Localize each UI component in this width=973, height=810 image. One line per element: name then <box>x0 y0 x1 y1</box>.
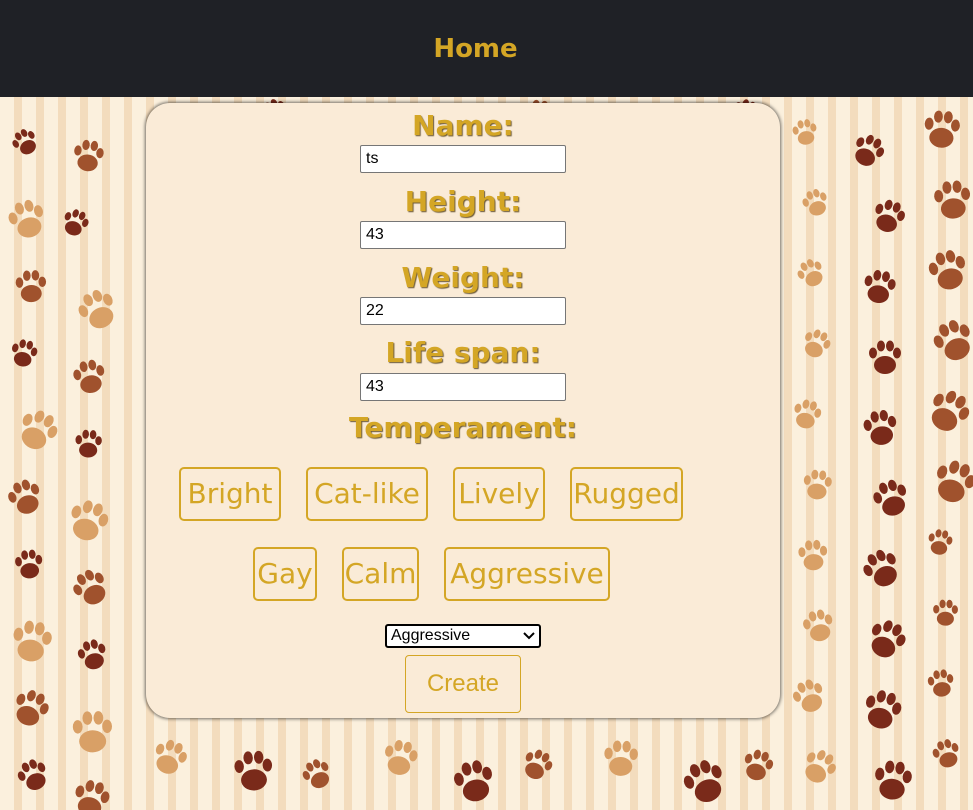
paw-print-icon <box>302 759 330 789</box>
paw-print-icon <box>604 740 638 776</box>
temperament-chip-calm[interactable]: Calm <box>342 547 419 601</box>
temperament-chip-lively[interactable]: Lively <box>453 467 545 521</box>
top-navigation-bar: Home <box>0 0 973 97</box>
paw-print-icon <box>933 320 970 361</box>
paw-print-icon <box>937 460 973 503</box>
paw-print-icon <box>64 209 89 236</box>
paw-print-icon <box>805 750 836 783</box>
paw-print-icon <box>683 760 722 803</box>
paw-print-icon <box>924 110 960 148</box>
temperament-chip-rugged[interactable]: Rugged <box>570 467 683 521</box>
paw-print-icon <box>803 469 832 500</box>
name-input[interactable] <box>360 145 566 173</box>
paw-print-icon <box>798 539 828 571</box>
paw-print-icon <box>934 180 971 219</box>
paw-print-icon <box>385 740 418 775</box>
temperament-label: Temperament: <box>349 411 577 444</box>
paw-print-icon <box>234 750 273 791</box>
paw-print-icon <box>863 409 897 445</box>
paw-print-icon <box>864 269 896 304</box>
chevron-down-icon <box>523 630 535 642</box>
paw-print-icon <box>928 250 965 290</box>
weight-input[interactable] <box>360 297 566 325</box>
life-span-label: Life span: <box>385 336 541 369</box>
paw-print-icon <box>8 479 40 514</box>
name-label: Name: <box>412 109 514 142</box>
paw-print-icon <box>805 329 831 358</box>
life-span-input[interactable] <box>360 373 566 401</box>
paw-print-icon <box>869 340 901 374</box>
paw-print-icon <box>12 339 38 367</box>
paw-print-icon <box>75 429 102 458</box>
paw-print-icon <box>155 739 187 774</box>
paw-print-icon <box>12 129 36 155</box>
paw-print-icon <box>73 359 105 394</box>
paw-print-icon <box>74 139 104 172</box>
paw-print-icon <box>71 500 109 541</box>
paw-print-icon <box>802 189 827 216</box>
temperament-chip-cat-like[interactable]: Cat-like <box>306 467 428 521</box>
paw-print-icon <box>803 609 833 642</box>
paw-print-icon <box>78 289 114 329</box>
paw-print-icon <box>15 270 47 303</box>
paw-print-icon <box>873 479 907 516</box>
paw-print-icon <box>932 739 959 768</box>
paw-print-icon <box>8 199 44 238</box>
paw-print-icon <box>15 549 43 579</box>
create-button[interactable]: Create <box>405 655 521 713</box>
temperament-select-value: Aggressive <box>391 627 471 644</box>
paw-print-icon <box>72 711 113 753</box>
paw-print-icon <box>13 620 52 662</box>
paw-print-icon <box>931 390 970 431</box>
home-link[interactable]: Home <box>433 34 517 64</box>
paw-print-icon <box>794 399 822 429</box>
height-label: Height: <box>404 185 522 218</box>
paw-print-icon <box>871 620 906 658</box>
paw-print-icon <box>77 639 106 670</box>
paw-print-icon <box>865 690 902 729</box>
paw-print-icon <box>797 259 823 287</box>
paw-print-icon <box>454 760 492 802</box>
temperament-chip-bright[interactable]: Bright <box>179 467 281 521</box>
paw-print-icon <box>17 759 46 791</box>
create-breed-form: Name: Height: Weight: Life span: Tempera… <box>146 103 780 718</box>
paw-print-icon <box>16 690 49 726</box>
paw-print-icon <box>928 529 953 555</box>
temperament-chip-gay[interactable]: Gay <box>253 547 317 601</box>
paw-print-icon <box>792 679 823 712</box>
paw-print-icon <box>875 199 905 232</box>
weight-label: Weight: <box>401 261 525 294</box>
paw-print-icon <box>933 599 958 626</box>
paw-print-icon <box>863 549 897 587</box>
temperament-chip-aggressive[interactable]: Aggressive <box>444 547 610 601</box>
paw-print-icon <box>21 410 58 450</box>
paw-print-icon <box>792 119 817 145</box>
paw-print-icon <box>855 134 885 166</box>
height-input[interactable] <box>360 221 566 249</box>
paw-print-icon <box>927 669 954 697</box>
paw-print-icon <box>75 780 110 810</box>
paw-print-icon <box>744 749 774 781</box>
paw-print-icon <box>73 569 106 605</box>
paw-print-icon <box>875 760 912 800</box>
paw-print-icon <box>525 749 553 780</box>
temperament-select[interactable]: Aggressive <box>385 624 541 648</box>
